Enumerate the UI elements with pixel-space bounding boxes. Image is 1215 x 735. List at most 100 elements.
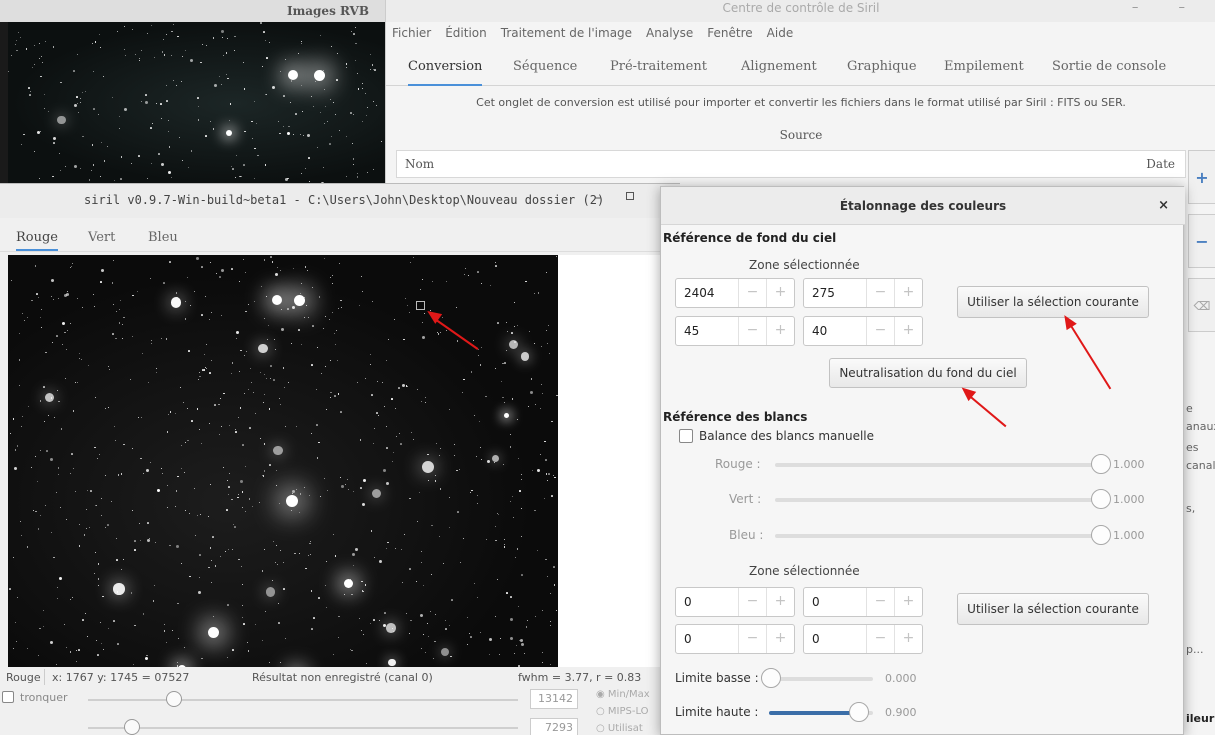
- tab-conversion[interactable]: Conversion: [408, 50, 483, 86]
- bg-height-spin[interactable]: 40 − +: [803, 316, 923, 346]
- close-icon[interactable]: ×: [1158, 187, 1169, 225]
- high-limit-slider-knob[interactable]: [849, 702, 869, 722]
- minus-icon[interactable]: −: [738, 588, 766, 616]
- plus-icon[interactable]: +: [766, 279, 794, 307]
- star: [171, 629, 173, 631]
- red-slider-knob[interactable]: [1091, 454, 1111, 474]
- tab-sequence[interactable]: Séquence: [513, 50, 577, 86]
- minus-icon[interactable]: −: [866, 625, 894, 653]
- neutralize-background-button[interactable]: Neutralisation du fond du ciel: [829, 358, 1027, 388]
- maximize-icon[interactable]: [626, 192, 634, 200]
- menu-file[interactable]: Fichier: [392, 26, 431, 46]
- high-slider-knob[interactable]: [166, 691, 182, 707]
- column-name-header[interactable]: Nom: [405, 157, 434, 171]
- green-slider-track[interactable]: [775, 498, 1107, 502]
- star: [138, 522, 140, 524]
- minus-icon[interactable]: −: [738, 625, 766, 653]
- white-height-spin[interactable]: 0 − +: [803, 624, 923, 654]
- radio-user[interactable]: ○ Utilisat: [596, 723, 643, 734]
- minus-icon[interactable]: −: [738, 279, 766, 307]
- mono-window-titlebar[interactable]: siril v0.9.7-Win-build~beta1 - C:\Users\…: [0, 184, 680, 218]
- white-x-spin[interactable]: 0 − +: [675, 587, 795, 617]
- star: [425, 652, 427, 654]
- white-y-spin[interactable]: 0 − +: [803, 587, 923, 617]
- white-width-spin[interactable]: 0 − +: [675, 624, 795, 654]
- minus-icon[interactable]: −: [866, 317, 894, 345]
- minus-icon[interactable]: −: [866, 588, 894, 616]
- menu-window[interactable]: Fenêtre: [707, 26, 752, 46]
- use-selection-button-white[interactable]: Utiliser la sélection courante: [957, 593, 1149, 625]
- star: [269, 464, 271, 466]
- radio-minmax[interactable]: ◉ Min/Max: [596, 689, 650, 700]
- tab-red[interactable]: Rouge: [16, 230, 59, 251]
- rgb-window-title[interactable]: Images RVB: [0, 0, 385, 22]
- low-limit-slider-track[interactable]: [767, 677, 873, 681]
- tab-blue[interactable]: Bleu: [148, 230, 178, 245]
- high-slider-track[interactable]: [88, 699, 518, 701]
- selection-box[interactable]: [416, 301, 425, 310]
- minimize-icon[interactable]: –: [594, 190, 601, 206]
- dialog-title[interactable]: Étalonnage des couleurs: [661, 187, 1185, 225]
- star: [160, 467, 162, 469]
- star: [248, 388, 250, 390]
- use-selection-button-bg[interactable]: Utiliser la sélection courante: [957, 286, 1149, 318]
- star: [340, 411, 343, 414]
- plus-icon[interactable]: +: [894, 625, 922, 653]
- add-file-button[interactable]: +: [1188, 150, 1215, 204]
- star: [359, 305, 361, 307]
- minus-icon[interactable]: −: [866, 279, 894, 307]
- tab-graph[interactable]: Graphique: [847, 50, 917, 86]
- remove-file-button[interactable]: −: [1188, 214, 1215, 268]
- green-slider-knob[interactable]: [1091, 489, 1111, 509]
- low-value-field[interactable]: 7293: [530, 718, 578, 735]
- low-limit-slider-knob[interactable]: [761, 668, 781, 688]
- star: [381, 381, 384, 384]
- star: [525, 625, 528, 628]
- blue-slider-knob[interactable]: [1091, 525, 1111, 545]
- low-slider-track[interactable]: [88, 727, 518, 729]
- plus-icon[interactable]: +: [894, 279, 922, 307]
- star: [497, 579, 499, 581]
- tab-preprocessing[interactable]: Pré-traitement: [610, 50, 707, 86]
- star: [80, 98, 82, 100]
- white-height-value: 0: [812, 632, 820, 646]
- star: [250, 382, 252, 384]
- bg-x-spin[interactable]: 2404 − +: [675, 278, 795, 308]
- star: [369, 69, 371, 71]
- white-width-value: 0: [684, 632, 692, 646]
- low-slider-knob[interactable]: [124, 719, 140, 735]
- plus-icon[interactable]: +: [766, 625, 794, 653]
- mono-star-image[interactable]: [8, 255, 558, 667]
- menu-edit[interactable]: Édition: [445, 26, 487, 46]
- plus-icon[interactable]: +: [766, 317, 794, 345]
- bg-x-value: 2404: [684, 286, 715, 300]
- menu-image-processing[interactable]: Traitement de l'image: [501, 26, 632, 46]
- star: [363, 479, 367, 483]
- plus-icon[interactable]: +: [766, 588, 794, 616]
- star: [189, 513, 191, 515]
- plus-icon[interactable]: +: [894, 588, 922, 616]
- rgb-star-image[interactable]: [8, 22, 385, 185]
- red-slider-track[interactable]: [775, 463, 1107, 467]
- plus-icon[interactable]: +: [894, 317, 922, 345]
- column-date-header[interactable]: Date: [1146, 157, 1175, 171]
- menu-help[interactable]: Aide: [767, 26, 794, 46]
- radio-mips[interactable]: ○ MIPS-LO: [596, 706, 649, 717]
- high-value-field[interactable]: 13142: [530, 689, 578, 709]
- tab-stacking[interactable]: Empilement: [944, 50, 1024, 86]
- tab-green[interactable]: Vert: [88, 230, 115, 245]
- clear-files-button[interactable]: ⌫: [1188, 278, 1215, 332]
- tab-console-output[interactable]: Sortie de console: [1052, 50, 1166, 86]
- manual-balance-checkbox[interactable]: [679, 429, 693, 443]
- menu-analysis[interactable]: Analyse: [646, 26, 693, 46]
- star: [299, 292, 301, 294]
- star: [553, 474, 555, 476]
- tab-alignment[interactable]: Alignement: [741, 50, 817, 86]
- bg-y-spin[interactable]: 275 − +: [803, 278, 923, 308]
- minus-icon[interactable]: −: [738, 317, 766, 345]
- star: [541, 392, 543, 394]
- blue-slider-track[interactable]: [775, 534, 1107, 538]
- clip-checkbox[interactable]: [2, 691, 14, 703]
- window-controls[interactable]: – –: [1132, 0, 1203, 15]
- bg-width-spin[interactable]: 45 − +: [675, 316, 795, 346]
